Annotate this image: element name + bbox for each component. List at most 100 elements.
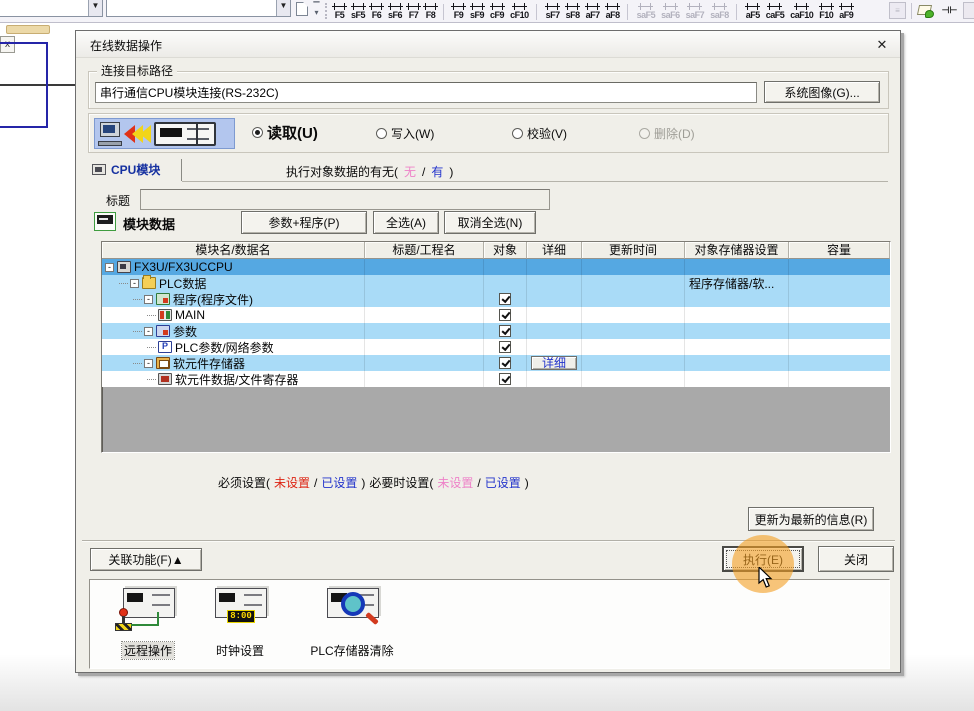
contact-symbol-icon xyxy=(514,3,525,10)
ladder-button-sF7[interactable]: sF7 xyxy=(543,0,563,22)
close-button[interactable]: 关闭 xyxy=(818,546,894,572)
name-cell: - 软元件存储器 xyxy=(102,355,365,371)
row-label: 软元件存储器 xyxy=(173,355,245,371)
row-label: 参数 xyxy=(173,323,197,339)
collapse-toggle[interactable]: - xyxy=(130,279,139,288)
tab-label: CPU模块 xyxy=(111,161,160,178)
radio-删除(D)[interactable]: 删除(D) xyxy=(639,125,695,142)
checked-checkbox[interactable] xyxy=(499,293,511,305)
ladder-button-cF9[interactable]: cF9 xyxy=(487,0,507,22)
tree-connector xyxy=(133,363,142,364)
ladder-button-sF6[interactable]: sF6 xyxy=(385,0,405,22)
combo-field[interactable] xyxy=(107,0,276,16)
table-row[interactable]: 软元件数据/文件寄存器 xyxy=(102,371,890,387)
checked-checkbox[interactable] xyxy=(499,325,511,337)
ladder-button-aF7[interactable]: aF7 xyxy=(583,0,603,22)
tab-cpu-module[interactable]: CPU模块 xyxy=(92,161,160,178)
column-header-5: 对象存储器设置 xyxy=(685,242,789,259)
ladder-button-F6[interactable]: F6 xyxy=(368,0,385,22)
execute-button[interactable]: 执行(E) xyxy=(722,546,804,572)
shortcut-remote-operation[interactable]: 远程操作 xyxy=(104,586,192,660)
select-all-button[interactable]: 全选(A) xyxy=(373,211,439,234)
table-row[interactable]: -程序(程序文件) xyxy=(102,291,890,307)
connection-target-legend: 连接目标路径 xyxy=(97,64,177,78)
table-row[interactable]: - 软元件存储器 详细 xyxy=(102,355,890,371)
ladder-button-aF8[interactable]: aF8 xyxy=(603,0,623,22)
shortcut-plc-memory-clear[interactable]: PLC存储器清除 xyxy=(286,586,418,660)
update-time-cell xyxy=(582,371,685,387)
radio-读取(U)[interactable]: 读取(U) xyxy=(252,122,318,143)
table-row[interactable]: -PLC数据程序存储器/软... xyxy=(102,275,890,291)
ladder-button-saF8[interactable]: saF8 xyxy=(707,0,732,22)
ladder-button-sF8[interactable]: sF8 xyxy=(563,0,583,22)
table-row[interactable]: MAIN xyxy=(102,307,890,323)
checked-checkbox[interactable] xyxy=(499,341,511,353)
collapse-toggle[interactable]: - xyxy=(144,295,153,304)
checked-checkbox[interactable] xyxy=(499,357,511,369)
combo-field[interactable] xyxy=(0,0,88,16)
title-field-input[interactable] xyxy=(140,189,550,210)
collapse-toggle[interactable]: - xyxy=(144,359,153,368)
ladder-button-F10[interactable]: F10 xyxy=(816,0,836,22)
plc-vents xyxy=(244,594,262,606)
checked-checkbox[interactable] xyxy=(499,373,511,385)
ladder-button-caF10[interactable]: caF10 xyxy=(787,0,816,22)
shortcut-clock-setting[interactable]: 8:00时钟设置 xyxy=(196,586,284,660)
deselect-all-button[interactable]: 取消全选(N) xyxy=(444,211,536,234)
ladder-button-saF5[interactable]: saF5 xyxy=(634,0,659,22)
checked-checkbox[interactable] xyxy=(499,309,511,321)
toolbar-options-icon[interactable]: ▔▾ xyxy=(312,4,321,16)
comment-icon[interactable] xyxy=(917,2,934,19)
optional-set: 已设置 xyxy=(485,476,521,490)
clipped-toolbar-icon[interactable] xyxy=(963,2,974,19)
radio-校验(V)[interactable]: 校验(V) xyxy=(512,125,567,142)
table-row[interactable]: - 参数 xyxy=(102,323,890,339)
update-time-cell xyxy=(582,259,685,275)
presence-suffix: ) xyxy=(449,165,453,179)
ladder-button-saF6[interactable]: saF6 xyxy=(658,0,683,22)
radio-写入(W)[interactable]: 写入(W) xyxy=(376,125,434,142)
presence-have: 有 xyxy=(431,165,443,179)
ladder-button-saF7[interactable]: saF7 xyxy=(683,0,708,22)
collapse-toggle[interactable]: - xyxy=(144,327,153,336)
toolbar-combo-1[interactable]: ▼ xyxy=(0,0,103,17)
contact-symbol-icon xyxy=(353,3,364,10)
dialog-title: 在线数据操作 xyxy=(90,37,162,54)
collapse-toggle[interactable]: - xyxy=(105,263,114,272)
statement-icon[interactable]: ≡ xyxy=(889,2,906,19)
param-program-button[interactable]: 参数+程序(P) xyxy=(241,211,367,234)
shortcut-label: 远程操作 xyxy=(122,642,174,659)
chevron-down-icon[interactable]: ▼ xyxy=(88,0,102,16)
table-row[interactable]: PLC参数/网络参数 xyxy=(102,339,890,355)
new-document-icon[interactable] xyxy=(296,2,308,16)
ladder-button-aF5[interactable]: aF5 xyxy=(743,0,763,22)
contact-symbol-icon xyxy=(607,3,618,10)
chevron-down-icon[interactable]: ▼ xyxy=(276,0,290,16)
ladder-button-caF5[interactable]: caF5 xyxy=(763,0,788,22)
ladder-button-F9[interactable]: F9 xyxy=(450,0,467,22)
toolbar-combo-2[interactable]: ▼ xyxy=(106,0,291,17)
target-cell xyxy=(484,275,527,291)
table-row[interactable]: -FX3U/FX3UCCPU xyxy=(102,259,890,275)
contact-symbol-icon xyxy=(769,3,780,10)
ladder-button-F5[interactable]: F5 xyxy=(331,0,348,22)
tree-connector xyxy=(147,315,156,316)
ladder-button-F8[interactable]: F8 xyxy=(422,0,439,22)
system-image-button[interactable]: 系统图像(G)... xyxy=(764,81,880,103)
column-header-1: 标题/工程名 xyxy=(365,242,484,259)
ladder-button-sF9[interactable]: sF9 xyxy=(467,0,487,22)
connection-path-input[interactable] xyxy=(95,82,757,103)
related-functions-button[interactable]: 关联功能(F)▲ xyxy=(90,548,202,571)
refresh-info-button[interactable]: 更新为最新的信息(R) xyxy=(748,507,874,531)
ladder-button-sF5[interactable]: sF5 xyxy=(348,0,368,22)
ladder-button-cF10[interactable]: cF10 xyxy=(507,0,532,22)
ladder-button-F7[interactable]: F7 xyxy=(405,0,422,22)
target-memory-cell xyxy=(685,259,789,275)
ladder-button-aF9[interactable]: aF9 xyxy=(836,0,856,22)
detail-button[interactable]: 详细 xyxy=(531,356,577,370)
suffix: ) xyxy=(361,476,365,490)
name-cell: -程序(程序文件) xyxy=(102,291,365,307)
contact-icon[interactable]: ⊣⊢ xyxy=(941,2,958,19)
close-icon[interactable]: ✕ xyxy=(870,34,894,55)
column-header-4: 更新时间 xyxy=(582,242,685,259)
